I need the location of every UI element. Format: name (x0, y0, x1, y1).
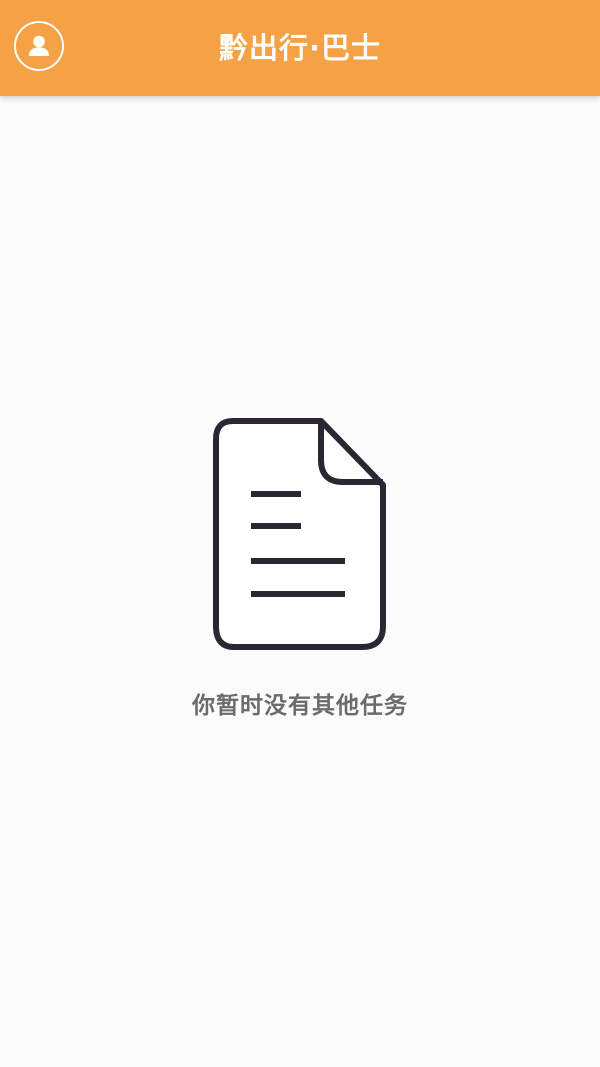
document-icon (213, 418, 386, 650)
empty-state: 你暂时没有其他任务 (0, 418, 600, 720)
app-screen: 黔出行·巴士 你暂时没有其他任务 (0, 0, 600, 1067)
empty-state-message: 你暂时没有其他任务 (192, 693, 408, 719)
top-bar: 黔出行·巴士 (0, 0, 600, 96)
page-title: 黔出行·巴士 (218, 31, 382, 65)
